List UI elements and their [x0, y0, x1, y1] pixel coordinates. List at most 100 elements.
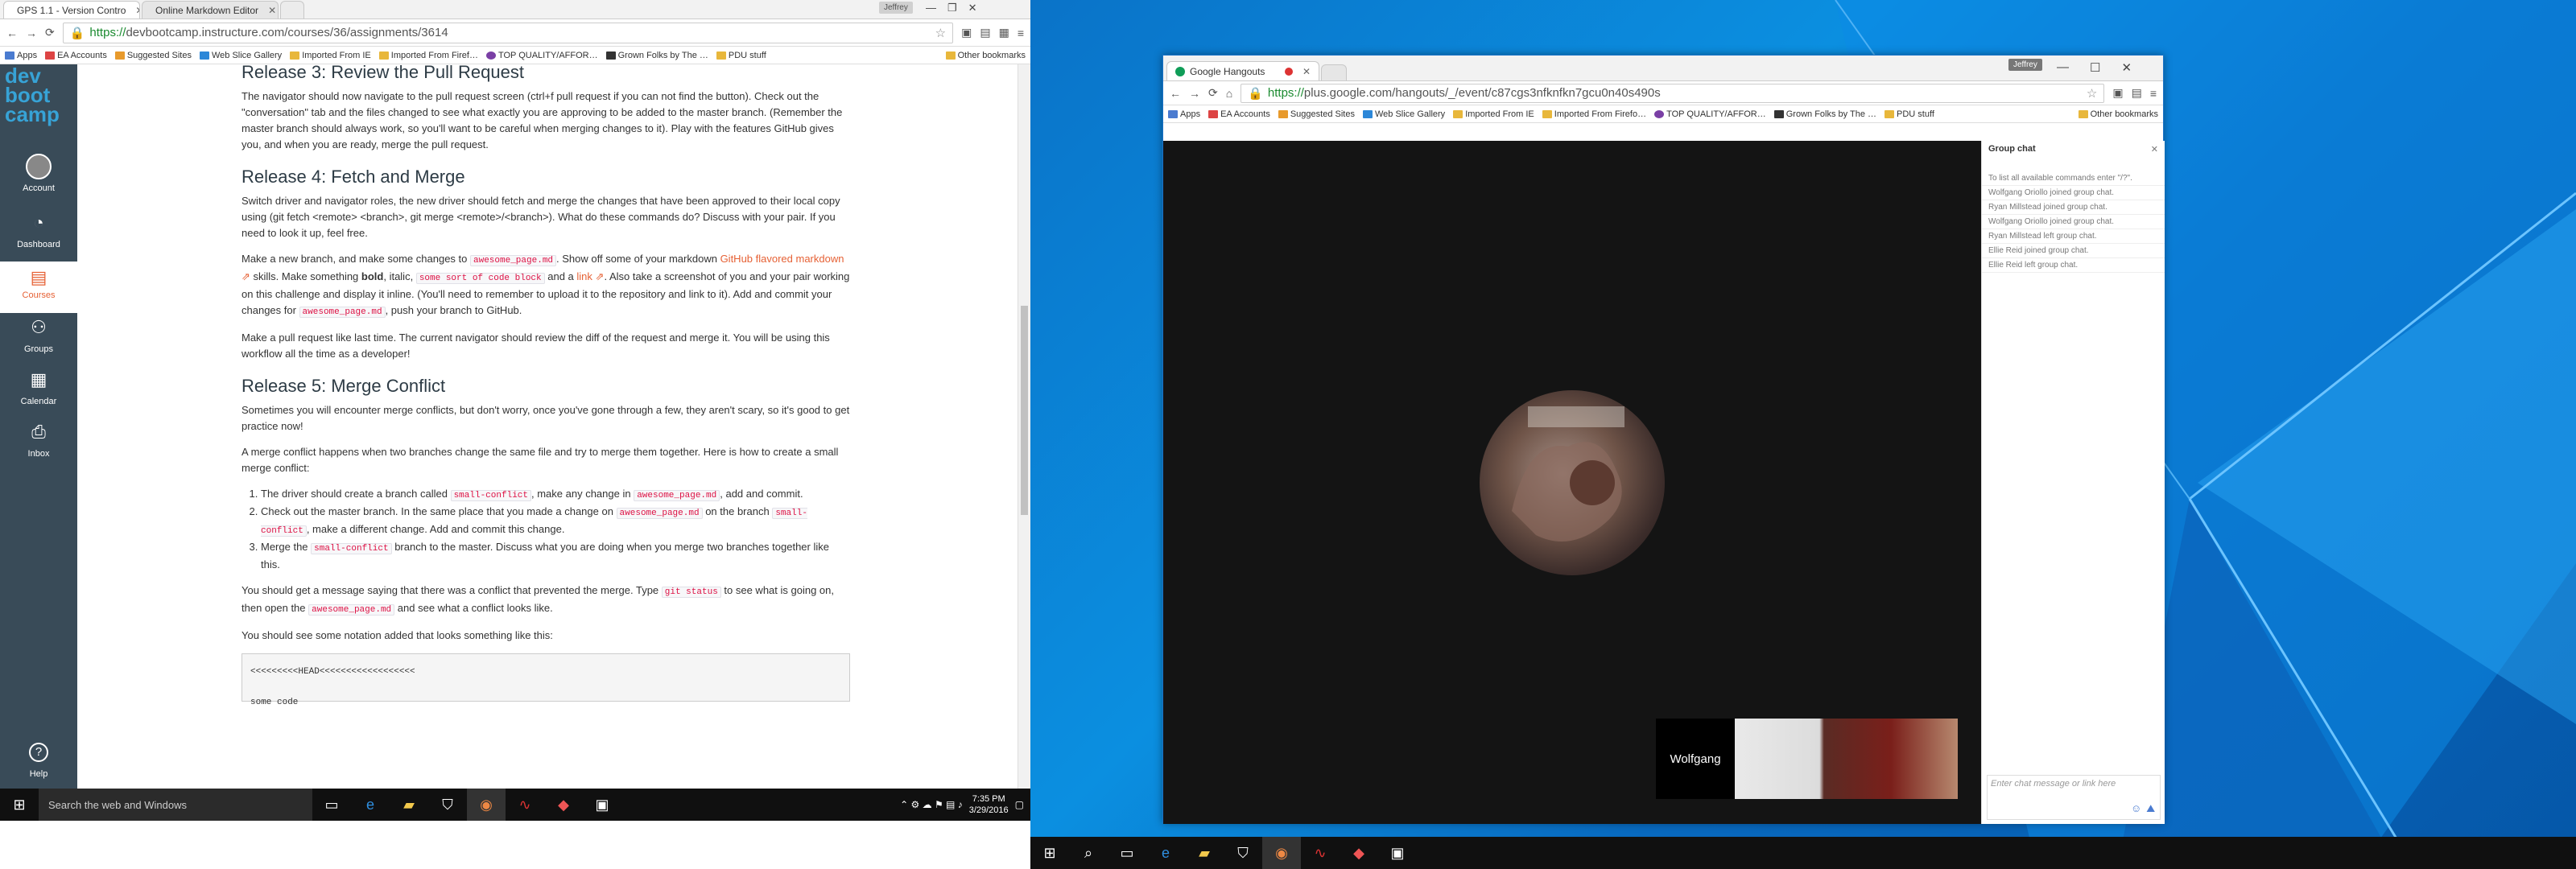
nav-calendar[interactable]: ▦ Calendar	[0, 366, 77, 406]
audio-app-icon[interactable]: ∿	[506, 789, 544, 821]
minimize-icon[interactable]: —	[2057, 60, 2069, 75]
close-tab-icon[interactable]: ✕	[135, 5, 139, 16]
file-explorer-icon[interactable]: ▰	[1185, 837, 1224, 869]
start-windows-icon[interactable]: ⊞	[0, 789, 39, 821]
page-scrollbar[interactable]	[1018, 64, 1030, 789]
terminal-icon[interactable]: ▣	[583, 789, 621, 821]
start-windows-icon[interactable]: ⊞	[1030, 837, 1069, 869]
reload-icon[interactable]: ⟳	[45, 26, 55, 39]
bookmark-item[interactable]: Grown Folks by The …	[605, 51, 708, 60]
restore-icon[interactable]: ❐	[947, 2, 957, 14]
edge-icon[interactable]: e	[1146, 837, 1185, 869]
nav-account[interactable]: Account	[0, 153, 77, 193]
bookmark-item[interactable]: Suggested Sites	[114, 51, 192, 60]
cortana-search-box[interactable]: Search the web and Windows	[39, 789, 312, 821]
file-explorer-icon[interactable]: ▰	[390, 789, 428, 821]
nav-dashboard[interactable]: ◔ Dashboard	[0, 209, 77, 249]
bookmark-item[interactable]: Grown Folks by The …	[1773, 109, 1876, 119]
menu-icon[interactable]: ≡	[2150, 87, 2157, 100]
profile-badge[interactable]: Jeffrey	[2008, 59, 2042, 71]
bookmark-folder[interactable]: Imported From IE	[1453, 109, 1534, 119]
tab-markdown-editor[interactable]: Online Markdown Editor ✕	[142, 1, 279, 19]
nav-help[interactable]: ? Help	[0, 739, 77, 779]
store-icon[interactable]: ⛉	[428, 789, 467, 821]
close-chat-icon[interactable]: ✕	[2151, 144, 2158, 154]
nav-inbox[interactable]: ⎙ Inbox	[0, 418, 77, 459]
bookmark-folder[interactable]: Imported From Firef…	[378, 51, 478, 60]
window-controls: — ❐ ✕	[926, 2, 977, 14]
bookmark-item[interactable]: Web Slice Gallery	[199, 51, 282, 60]
participant-tile-wolfgang[interactable]: Wolfgang	[1656, 719, 1735, 799]
star-icon[interactable]: ☆	[935, 26, 946, 40]
close-icon[interactable]: ✕	[968, 2, 977, 14]
other-bookmarks[interactable]: Other bookmarks	[945, 51, 1026, 60]
bookmark-item[interactable]: Web Slice Gallery	[1362, 109, 1445, 119]
git-icon[interactable]: ◆	[1340, 837, 1378, 869]
tab-google-hangouts[interactable]: Google Hangouts ✕	[1166, 61, 1319, 80]
profile-badge[interactable]: Jeffrey	[879, 2, 913, 14]
bookmark-apps[interactable]: Apps	[1168, 109, 1200, 119]
emoji-icon[interactable]: ☺	[2131, 802, 2141, 815]
bookmark-folder[interactable]: PDU stuff	[716, 51, 766, 60]
back-icon[interactable]: ←	[1170, 87, 1181, 100]
release4-heading: Release 4: Fetch and Merge	[242, 167, 465, 187]
extension-icon[interactable]: ▣	[961, 26, 972, 39]
bookmark-folder[interactable]: Imported From IE	[290, 51, 371, 60]
audio-app-icon[interactable]: ∿	[1301, 837, 1340, 869]
bookmark-item[interactable]: EA Accounts	[45, 51, 107, 60]
gfm-link[interactable]: GitHub flavored markdown	[720, 253, 844, 265]
tab-title: Online Markdown Editor	[155, 4, 259, 16]
video-stage[interactable]: Wolfgang	[1163, 141, 1981, 824]
close-tab-icon[interactable]: ✕	[1302, 66, 1311, 77]
bookmark-item[interactable]: Suggested Sites	[1278, 109, 1355, 119]
tab-gps[interactable]: GPS 1.1 - Version Contro ✕	[3, 1, 140, 19]
maximize-icon[interactable]: ☐	[2090, 60, 2100, 75]
git-icon[interactable]: ◆	[544, 789, 583, 821]
taskbar-left: ⊞ Search the web and Windows ▭ e ▰ ⛉ ◉ ∿…	[0, 789, 1030, 821]
task-view-icon[interactable]: ▭	[312, 789, 351, 821]
extension-icon[interactable]: ▣	[2112, 86, 2123, 100]
reload-icon[interactable]: ⟳	[1208, 86, 1218, 100]
store-icon[interactable]: ⛉	[1224, 837, 1262, 869]
link-link[interactable]: link	[576, 270, 592, 282]
home-icon[interactable]: ⌂	[1226, 87, 1232, 100]
bookmark-folder[interactable]: Imported From Firefo…	[1542, 109, 1646, 119]
tray-icons[interactable]: ⌃ ⚙ ☁ ⚑ ▤ ♪	[900, 799, 963, 810]
clock[interactable]: 7:35 PM 3/29/2016	[969, 793, 1009, 816]
screen-share-thumbnail[interactable]	[1735, 719, 1958, 799]
chrome-icon[interactable]: ◉	[1262, 837, 1301, 869]
star-icon[interactable]: ☆	[2087, 86, 2097, 101]
cast-icon[interactable]: ▤	[2132, 86, 2142, 100]
new-tab-button[interactable]	[280, 1, 304, 19]
close-icon[interactable]: ✕	[2121, 60, 2132, 75]
bookmark-item[interactable]: EA Accounts	[1208, 109, 1270, 119]
scrollbar-thumb[interactable]	[1021, 306, 1028, 515]
attach-image-icon[interactable]: ⛰	[2146, 802, 2155, 815]
cast-icon[interactable]: ▤	[980, 26, 990, 39]
forward-icon[interactable]: →	[1189, 87, 1200, 100]
extension2-icon[interactable]: ▦	[999, 26, 1009, 39]
close-tab-icon[interactable]: ✕	[268, 5, 276, 16]
back-icon[interactable]: ←	[6, 27, 18, 39]
nav-groups[interactable]: ⚇ Groups	[0, 314, 77, 354]
forward-icon[interactable]: →	[26, 27, 37, 39]
edge-icon[interactable]: e	[351, 789, 390, 821]
bookmark-item[interactable]: TOP QUALITY/AFFOR…	[485, 51, 598, 60]
bookmark-folder[interactable]: PDU stuff	[1885, 109, 1934, 119]
menu-icon[interactable]: ≡	[1018, 27, 1024, 39]
notifications-icon[interactable]: ▢	[1015, 799, 1024, 810]
other-bookmarks[interactable]: Other bookmarks	[2078, 109, 2158, 119]
bookmark-item[interactable]: TOP QUALITY/AFFOR…	[1654, 109, 1766, 119]
terminal-icon[interactable]: ▣	[1378, 837, 1417, 869]
address-bar[interactable]: 🔒 https://plus.google.com/hangouts/_/eve…	[1241, 83, 2105, 103]
hangouts-window: Google Hangouts ✕ Jeffrey — ☐ ✕ ← → ⟳ ⌂ …	[1162, 55, 2165, 824]
bookmark-apps[interactable]: Apps	[5, 51, 37, 60]
chrome-icon[interactable]: ◉	[467, 789, 506, 821]
address-bar[interactable]: 🔒 https://devbootcamp.instructure.com/co…	[62, 22, 954, 43]
devbootcamp-logo[interactable]: dev boot camp	[5, 65, 60, 125]
search-icon[interactable]: ⌕	[1069, 837, 1108, 869]
new-tab-button[interactable]	[1321, 64, 1347, 80]
minimize-icon[interactable]: —	[926, 2, 936, 14]
nav-courses[interactable]: ▤ Courses	[0, 262, 77, 313]
task-view-icon[interactable]: ▭	[1108, 837, 1146, 869]
